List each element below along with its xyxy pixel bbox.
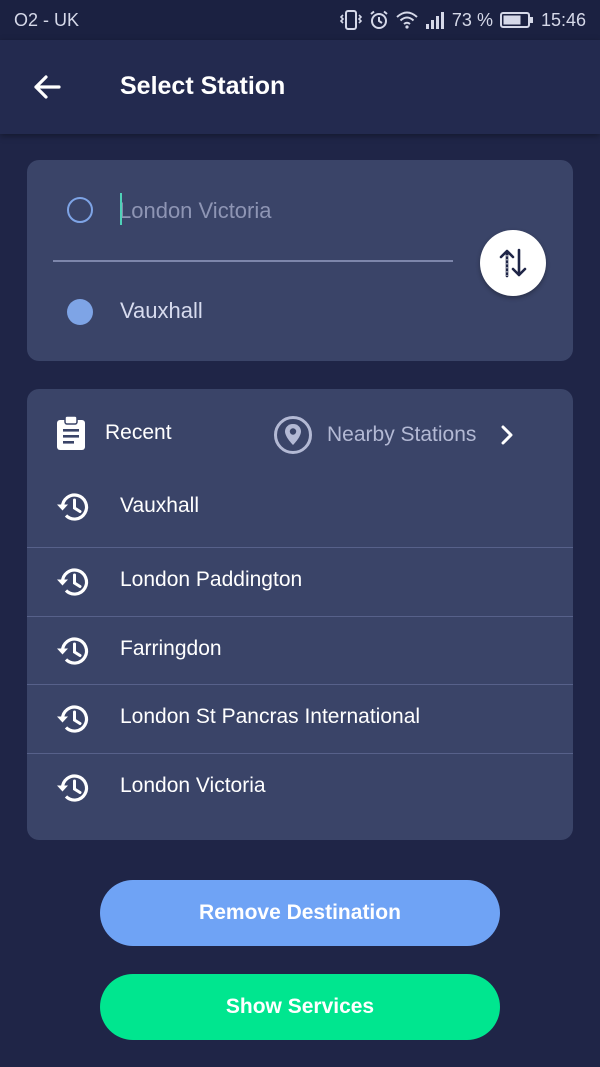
- wifi-icon: [396, 11, 418, 29]
- history-icon: [57, 773, 89, 802]
- vibrate-icon: [339, 10, 362, 30]
- app-bar: Select Station: [0, 40, 600, 134]
- alarm-icon: [370, 10, 388, 29]
- page-title: Select Station: [120, 72, 286, 100]
- route-divider: [53, 260, 453, 262]
- origin-input[interactable]: [119, 194, 449, 228]
- history-icon: [57, 705, 89, 733]
- carrier-label: O2 - UK: [14, 9, 80, 30]
- list-item[interactable]: London Victoria: [27, 752, 573, 822]
- history-icon: [57, 636, 89, 665]
- list-item[interactable]: London St Pancras International: [27, 684, 573, 753]
- arrow-left-icon: [34, 75, 61, 99]
- destination-label: Vauxhall: [120, 298, 203, 323]
- list-item[interactable]: London Paddington: [27, 547, 573, 616]
- list-item[interactable]: Vauxhall: [27, 481, 573, 547]
- destination-row[interactable]: Vauxhall: [27, 282, 467, 342]
- battery-percent: 73 %: [451, 9, 493, 30]
- tab-nearby-label: Nearby Stations: [327, 423, 477, 446]
- recent-station-list: Vauxhall London Paddington Farringdon Lo…: [27, 481, 573, 821]
- origin-marker-icon: [67, 197, 93, 223]
- list-item[interactable]: Farringdon: [27, 615, 573, 685]
- swap-button[interactable]: [480, 230, 546, 296]
- signal-icon: [425, 12, 444, 29]
- show-services-button[interactable]: Show Services: [100, 974, 500, 1040]
- tab-nearby-stations[interactable]: Nearby Stations: [273, 415, 514, 455]
- route-card: Vauxhall: [27, 160, 573, 361]
- battery-icon: [499, 12, 533, 28]
- destination-marker-icon: [67, 299, 93, 325]
- station-name: Farringdon: [120, 636, 222, 660]
- status-bar: O2 - UK 73 % 15:46: [0, 0, 600, 40]
- stations-card: Recent Nearby Stations Vauxhall London P…: [27, 389, 573, 840]
- status-icons: 73 % 15:46: [339, 9, 586, 31]
- station-name: London Paddington: [120, 568, 303, 591]
- stations-tabs: Recent Nearby Stations: [27, 389, 573, 481]
- location-pin-icon: [274, 416, 312, 454]
- clock: 15:46: [540, 9, 586, 30]
- clipboard-icon: [57, 415, 85, 450]
- swap-vertical-icon: [499, 248, 527, 278]
- history-icon: [57, 493, 89, 521]
- text-cursor: [120, 193, 122, 225]
- back-button[interactable]: [28, 68, 66, 106]
- station-name: London St Pancras International: [120, 705, 421, 728]
- station-name: London Victoria: [120, 773, 266, 797]
- remove-destination-button[interactable]: Remove Destination: [100, 880, 500, 946]
- station-name: Vauxhall: [120, 494, 199, 517]
- history-icon: [57, 568, 89, 596]
- origin-row: [27, 180, 467, 240]
- tab-recent[interactable]: Recent: [55, 415, 172, 451]
- tab-recent-label: Recent: [105, 421, 172, 444]
- chevron-right-icon: [501, 425, 513, 445]
